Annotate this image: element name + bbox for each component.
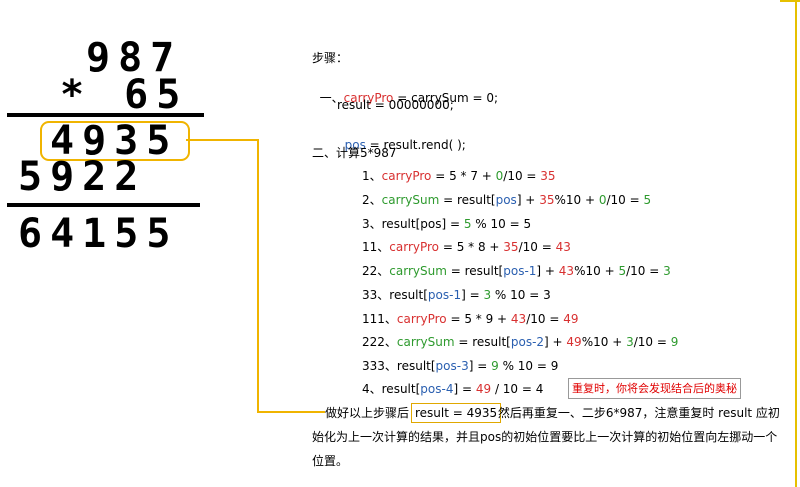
seg: /10 = [626,264,664,278]
seg: carrySum [396,335,455,349]
seg: 35 [503,240,519,254]
top-rule [7,113,204,117]
seg: ] + [544,335,567,349]
seg: carryPro [396,312,447,326]
seg: /10 = [606,193,644,207]
seg: 35 [540,169,556,183]
line-3: 3、result[pos] = 5 % 10 = 5 [362,216,531,232]
seg: /10 = [503,169,541,183]
seg: pos [495,193,517,207]
partial-product-2: 5922 [18,154,147,200]
line-2: 2、carrySum = result[pos] + 35%10 + 0/10 … [362,192,651,208]
seg: /10 = [518,240,556,254]
seg: 9 [670,335,679,349]
seg: 3 [483,288,492,302]
seg: pos-1 [503,264,537,278]
seg: carryPro [381,169,432,183]
seg: 33、result[ [362,288,428,302]
seg: ] = [468,359,492,373]
tip-note: 重复时，你将会发现结合后的奥秘 [568,378,741,399]
seg: 5 [618,264,627,278]
para-suffix: 然后再重复一、二步6*987，注意重复时 result 应初 [494,406,780,420]
seg: = 5 * 9 + [446,312,511,326]
seg: % 10 = 9 [498,359,559,373]
line-11: 11、carryPro = 5 * 8 + 35/10 = 43 [362,239,571,255]
steps-title: 步骤： [312,51,349,65]
seg: /10 = [633,335,671,349]
seg: 4、result[ [362,382,421,396]
seg: 43 [558,264,575,278]
seg: = result[ [439,193,496,207]
seg: ] + [536,264,559,278]
right-edge-line [795,0,797,487]
seg: /10 = [526,312,564,326]
seg: 49 [563,312,579,326]
line-4: 4、result[pos-4] = 49 / 10 = 4 [362,381,543,397]
line-33: 33、result[pos-1] = 3 % 10 = 3 [362,287,551,303]
bottom-rule [7,203,200,207]
line-1: 1、carryPro = 5 * 7 + 0/10 = 35 [362,168,556,184]
seg: pos-2 [510,335,545,349]
seg: = result[ [454,335,511,349]
seg: carrySum [389,264,447,278]
seg: ] = [461,288,484,302]
seg: ] = [453,382,476,396]
seg: 43 [555,240,571,254]
line-333: 333、result[pos-3] = 9 % 10 = 9 [362,358,558,374]
seg: 3、result[pos] = [362,217,464,231]
seg: pos-4 [420,382,454,396]
seg: / 10 = 4 [491,382,544,396]
seg: 35 [539,193,555,207]
para-line-3: 位置。 [312,454,349,468]
multiplier: * 65 [60,72,189,118]
seg: %10 + [574,264,619,278]
seg: 49 [566,335,582,349]
seg: 111、 [362,312,397,326]
seg: 43 [510,312,527,326]
seg: pos-3 [435,359,469,373]
final-result: 64155 [18,211,179,257]
seg: 222、 [362,335,397,349]
step-1-result: result = 00000000; [337,98,454,112]
seg: %10 + [554,193,599,207]
line-222: 222、carrySum = result[pos-2] + 49%10 + 3… [362,334,678,350]
seg: = 5 * 7 + [431,169,496,183]
seg: 1、 [362,169,382,183]
seg: = 5 * 8 + [439,240,504,254]
seg: 333、result[ [362,359,436,373]
seg: 2、 [362,193,382,207]
para-prefix: 做好以上步骤后 [325,406,410,420]
seg: 22、 [362,264,390,278]
step-2-title: 二、计算5*987 [312,146,397,160]
line-22: 22、carrySum = result[pos-1] + 43%10 + 5/… [362,263,671,279]
seg: % 10 = 5 [471,217,532,231]
seg: = result[ [446,264,504,278]
seg: 3 [626,335,634,349]
seg: 3 [663,264,671,278]
seg: 5 [643,193,652,207]
seg: 11、 [362,240,390,254]
line-111: 111、carryPro = 5 * 9 + 43/10 = 49 [362,311,578,327]
para-line-2: 始化为上一次计算的结果，并且pos的初始位置要比上一次计算的初始位置向左挪动一个 [312,430,778,444]
seg: pos-1 [427,288,462,302]
seg: carrySum [381,193,440,207]
seg: % 10 = 3 [491,288,551,302]
result-box: result = 4935 [411,403,502,423]
seg: ] + [516,193,540,207]
seg: 9 [491,359,499,373]
right-edge-dash [780,0,800,2]
seg: carryPro [389,240,440,254]
seg: 49 [475,382,492,396]
seg: %10 + [581,335,627,349]
